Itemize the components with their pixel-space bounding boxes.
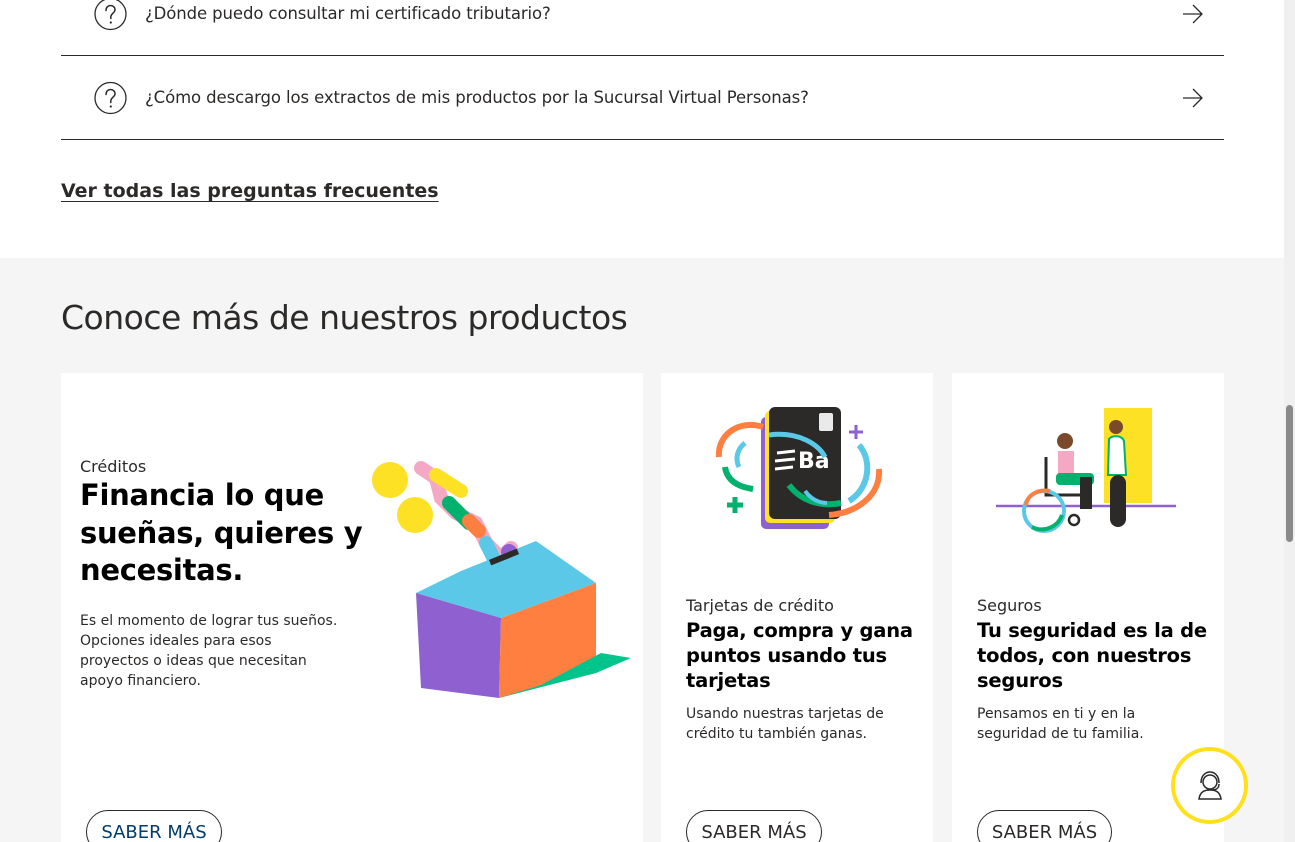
arrow-right-icon — [1183, 4, 1203, 23]
card-category: Créditos — [80, 457, 147, 476]
see-all-faq-link[interactable]: Ver todas las preguntas frecuentes — [61, 180, 439, 202]
scrollbar-thumb[interactable] — [1286, 405, 1293, 542]
card-category: Seguros — [977, 596, 1042, 615]
faq-item-extractos[interactable]: ¿Cómo descargo los extractos de mis prod… — [61, 56, 1224, 140]
chat-agent-icon — [1197, 770, 1222, 800]
question-circle-icon — [94, 81, 127, 114]
card-description: Pensamos en ti y en la seguridad de tu f… — [977, 706, 1144, 742]
question-circle-icon — [94, 0, 127, 30]
products-section: Conoce más de nuestros productos Crédito… — [0, 258, 1284, 842]
piggy-house-illustration — [372, 461, 631, 698]
card-heading: Tu seguridad es la de todos, con nuestro… — [977, 619, 1207, 692]
card-category: Tarjetas de crédito — [686, 596, 834, 615]
faq-item-certificado[interactable]: ¿Dónde puedo consultar mi certificado tr… — [61, 0, 1224, 56]
card-description: Usando nuestras tarjetas de crédito tu t… — [686, 706, 884, 742]
arrow-right-icon — [1183, 88, 1203, 107]
section-title: Conoce más de nuestros productos — [61, 298, 628, 337]
card-description: Es el momento de lograr tus sueños. Opci… — [80, 613, 338, 689]
card-heading: Paga, compra y gana puntos usando tus ta… — [686, 619, 913, 692]
saber-mas-button[interactable]: SABER MÁS — [686, 810, 822, 842]
wheelchair-illustration — [996, 408, 1176, 533]
page-scrollbar[interactable] — [1284, 0, 1295, 842]
product-card-creditos: Créditos Financia lo que sueñas, quieres… — [61, 373, 643, 842]
faq-question: ¿Dónde puedo consultar mi certificado tr… — [145, 4, 551, 23]
credit-card-illustration: Ba — [715, 407, 883, 529]
saber-mas-button[interactable]: SABER MÁS — [977, 810, 1112, 842]
product-card-tarjetas: Ba Tarjetas de crédito Paga, compra y ga… — [661, 373, 933, 842]
card-heading: Financia lo que sueñas, quieres y necesi… — [80, 478, 363, 587]
faq-question: ¿Cómo descargo los extractos de mis prod… — [145, 88, 809, 107]
chat-button[interactable] — [1171, 747, 1248, 824]
faq-section: ¿Dónde puedo consultar mi certificado tr… — [0, 0, 1284, 258]
saber-mas-button[interactable]: SABER MÁS — [86, 810, 222, 842]
